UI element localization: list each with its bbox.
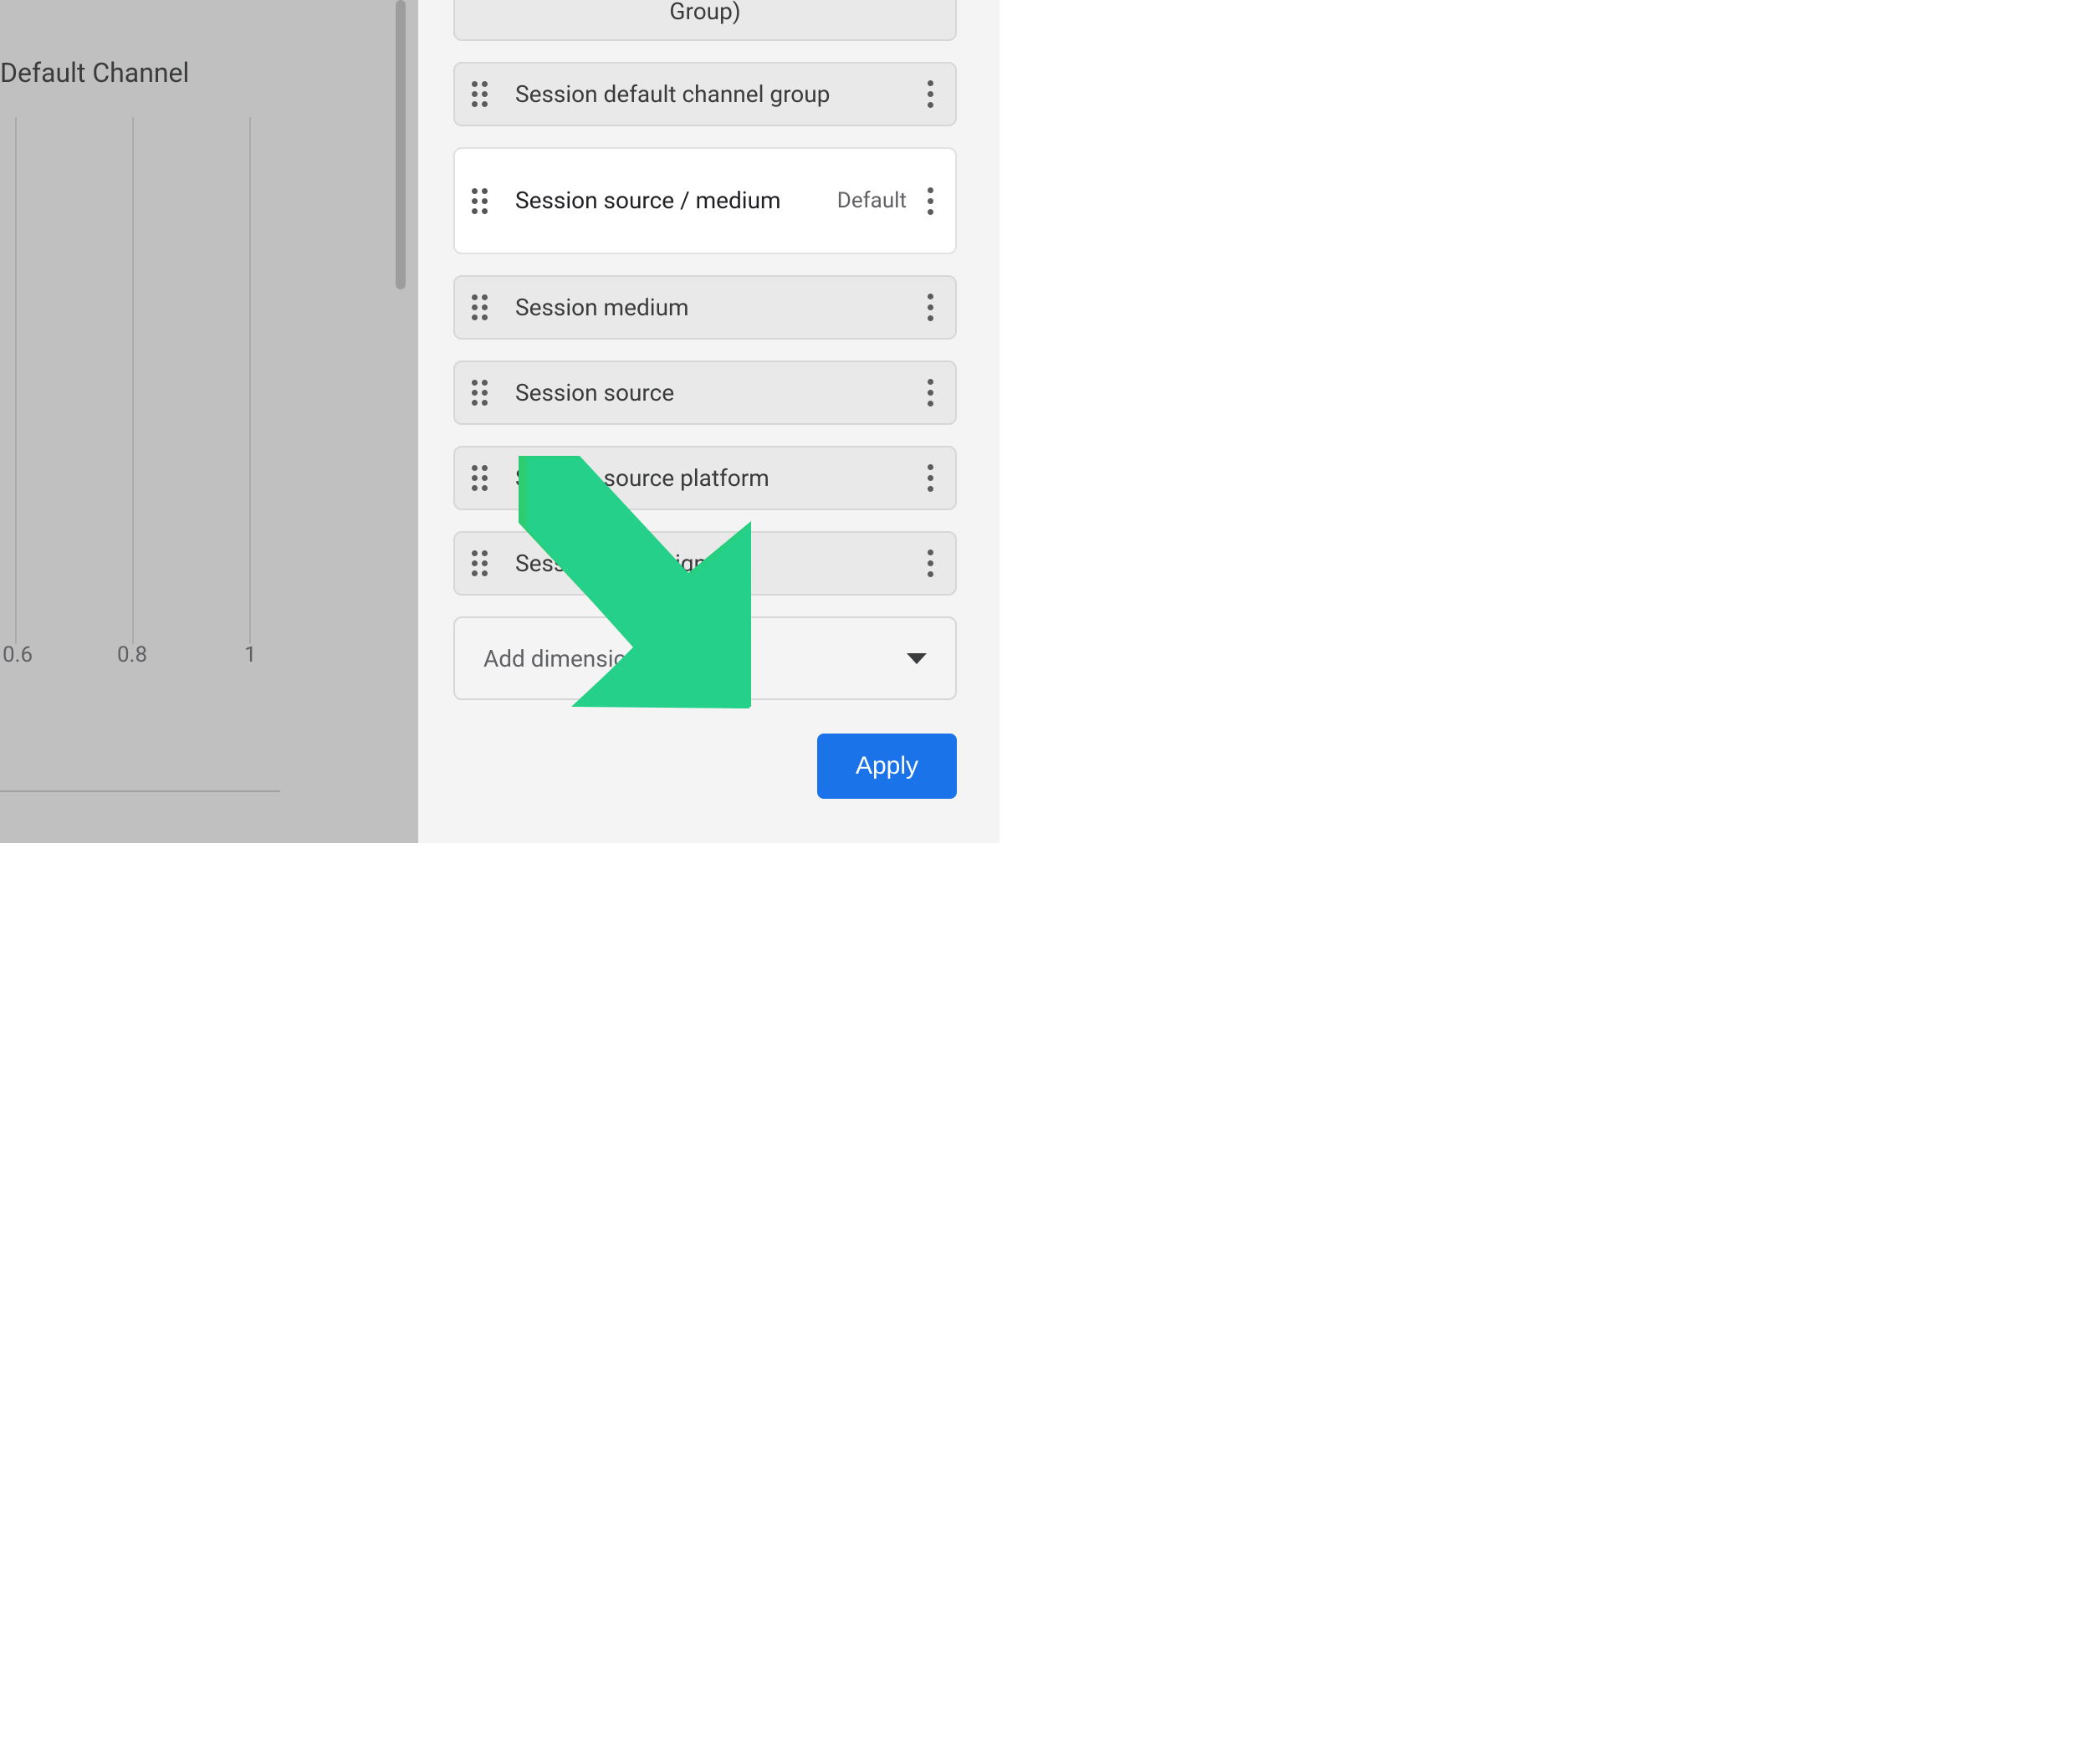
add-dimension-label: Add dimension <box>483 645 640 672</box>
dimension-label: Session default channel group <box>515 79 922 110</box>
default-tag: Default <box>837 188 907 213</box>
gridline <box>15 117 17 644</box>
dimension-item-session-source[interactable]: Session source <box>453 360 957 425</box>
scrollbar-thumb[interactable] <box>396 0 406 289</box>
drag-handle-icon[interactable] <box>472 465 493 491</box>
dimension-item-partial[interactable]: Group) <box>453 0 957 41</box>
chevron-down-icon <box>907 653 927 664</box>
more-vert-icon[interactable] <box>922 187 938 215</box>
dimension-label: Group) <box>472 0 938 28</box>
more-vert-icon[interactable] <box>922 464 938 492</box>
chart-baseline <box>0 790 280 792</box>
drag-handle-icon[interactable] <box>472 550 493 576</box>
apply-row: Apply <box>453 734 957 799</box>
axis-tick-label: 0.6 <box>3 642 33 667</box>
dimension-item-session-campaign[interactable]: Session campaign <box>453 531 957 596</box>
drag-handle-icon[interactable] <box>472 294 493 320</box>
dimension-item-session-source-platform[interactable]: Session source platform <box>453 446 957 510</box>
more-vert-icon[interactable] <box>922 294 938 321</box>
apply-button[interactable]: Apply <box>817 734 957 799</box>
axis-tick-label: 1 <box>244 642 257 667</box>
more-vert-icon[interactable] <box>922 379 938 406</box>
dimension-label: Session campaign <box>515 548 922 580</box>
add-dimension-dropdown[interactable]: Add dimension <box>453 616 957 700</box>
chart-gridlines <box>0 117 284 652</box>
dimension-label: Session medium <box>515 292 922 324</box>
more-vert-icon[interactable] <box>922 80 938 108</box>
dimension-item-session-source-medium[interactable]: Session source / medium Default <box>453 147 957 254</box>
axis-tick-label: 0.8 <box>117 642 147 667</box>
dimension-label: Session source platform <box>515 463 922 494</box>
more-vert-icon[interactable] <box>922 550 938 577</box>
dimension-panel: Group) Session default channel group Ses… <box>418 0 999 843</box>
dimension-label: Session source / medium <box>515 185 837 217</box>
drag-handle-icon[interactable] <box>472 380 493 406</box>
drag-handle-icon[interactable] <box>472 81 493 107</box>
gridline <box>132 117 134 644</box>
dimension-label: Session source <box>515 377 922 409</box>
background-chart-area: Default Channel 0.6 0.8 1 <box>0 0 393 843</box>
gridline <box>249 117 251 644</box>
dimension-item-session-default-channel-group[interactable]: Session default channel group <box>453 62 957 126</box>
drag-handle-icon[interactable] <box>472 188 493 214</box>
chart-title: Default Channel <box>0 57 189 89</box>
dimension-item-session-medium[interactable]: Session medium <box>453 275 957 340</box>
